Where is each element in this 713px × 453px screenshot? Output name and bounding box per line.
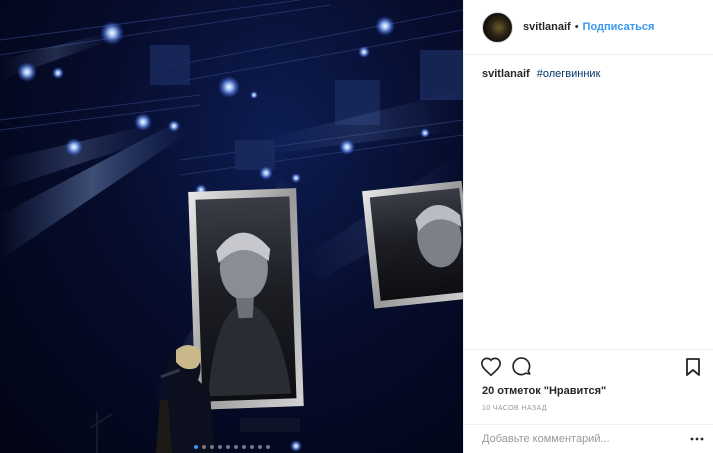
caption-username[interactable]: svitlanaif (482, 68, 530, 80)
separator-dot: • (574, 21, 579, 33)
bookmark-icon (686, 358, 700, 376)
like-button[interactable] (480, 356, 502, 383)
ellipsis-icon (690, 437, 704, 441)
author-username[interactable]: svitlanaif (523, 21, 571, 33)
post-sidebar: svitlanaif • Подписаться svitlanaif #оле… (463, 0, 713, 453)
more-options-button[interactable] (690, 432, 704, 451)
post-header: svitlanaif • Подписаться (464, 0, 713, 55)
action-bar-divider (464, 349, 713, 350)
instagram-post: svitlanaif • Подписаться svitlanaif #оле… (0, 0, 713, 453)
save-button[interactable] (684, 357, 702, 382)
carousel-dot (241, 445, 246, 449)
caption-hashtag[interactable]: #олегвинник (537, 68, 601, 80)
concert-stage-image (0, 0, 463, 453)
carousel-dot (217, 445, 222, 449)
carousel-indicator (0, 445, 463, 449)
comment-input[interactable] (482, 431, 677, 447)
post-timestamp[interactable]: 10 часов назад (482, 405, 547, 412)
post-caption: svitlanaif #олегвинник (482, 68, 600, 80)
carousel-dot (209, 445, 214, 449)
carousel-dot (249, 445, 254, 449)
comment-form (464, 424, 713, 453)
carousel-dot (233, 445, 238, 449)
follow-button[interactable]: Подписаться (583, 21, 655, 33)
comment-button[interactable] (511, 356, 533, 383)
carousel-dot (265, 445, 270, 449)
carousel-dot (225, 445, 230, 449)
post-photo[interactable] (0, 0, 463, 453)
likes-count[interactable]: 20 отметок "Нравится" (482, 385, 606, 397)
carousel-dot (201, 445, 206, 449)
carousel-dot (193, 445, 198, 449)
speech-bubble-icon (512, 357, 531, 376)
heart-icon (481, 357, 501, 377)
carousel-dot (257, 445, 262, 449)
avatar[interactable] (482, 11, 513, 43)
